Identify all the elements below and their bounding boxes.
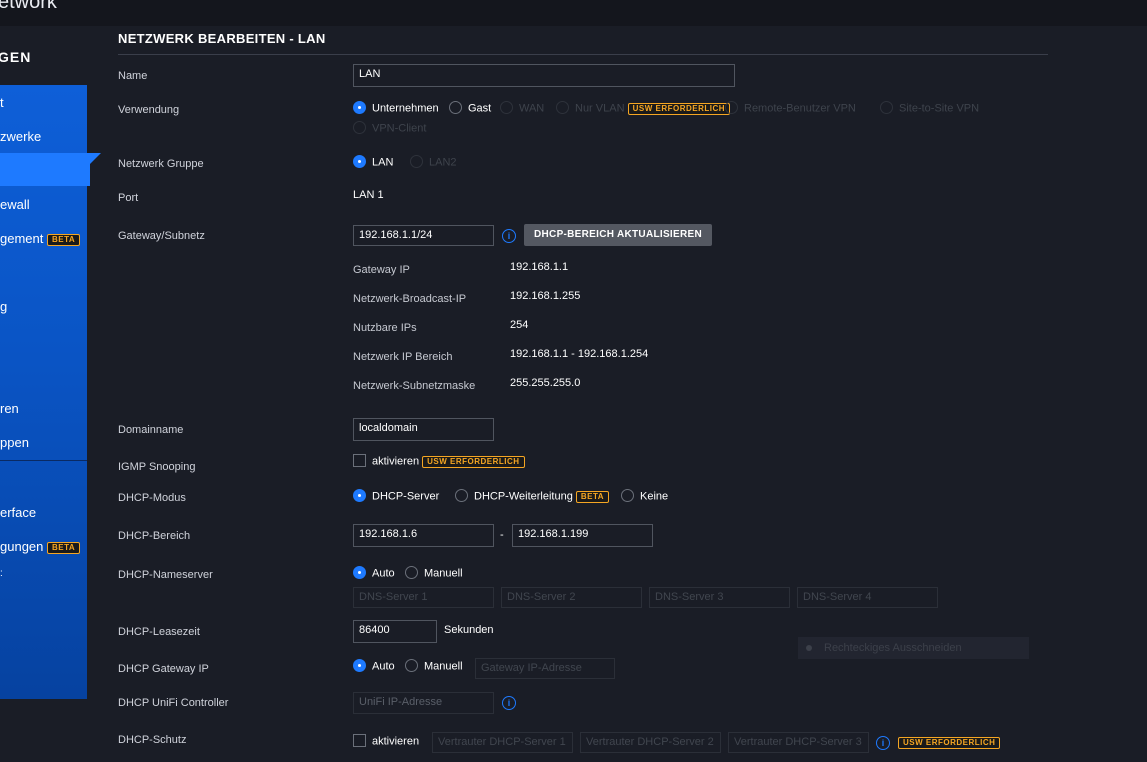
subnet-mask-value: 255.255.255.0: [510, 377, 581, 389]
active-indicator: [87, 153, 101, 167]
sidebar-item-label: gement: [0, 231, 44, 246]
dhcp-mode-label: DHCP-Modus: [118, 492, 186, 504]
sidebar-active-item[interactable]: [0, 153, 90, 186]
sidebar-item-routing[interactable]: g: [0, 299, 7, 314]
gateway-label: Gateway/Subnetz: [118, 230, 205, 242]
title-divider: [118, 54, 1048, 55]
dns-server-2-input[interactable]: DNS-Server 2: [501, 587, 642, 608]
sidebar-heading: GEN: [0, 49, 32, 65]
usw-required-badge: USW ERFORDERLICH: [422, 455, 525, 468]
group-label: Netzwerk Gruppe: [118, 158, 204, 170]
update-dhcp-range-button[interactable]: DHCP-BEREICH AKTUALISIEREN: [524, 224, 712, 246]
port-value: LAN 1: [353, 189, 384, 201]
radio-group-lan[interactable]: LAN: [353, 155, 393, 169]
radio-none[interactable]: Keine: [621, 489, 668, 503]
info-icon[interactable]: i: [502, 696, 516, 710]
gateway-subnet-input[interactable]: 192.168.1.1/24: [353, 225, 494, 246]
app-title: etwork: [0, 0, 57, 13]
subnet-mask-label: Netzwerk-Subnetzmaske: [353, 380, 476, 392]
name-input[interactable]: LAN: [353, 64, 735, 87]
usw-required-badge-wrap: USW ERFORDERLICH: [898, 734, 1001, 752]
gateway-ip-input[interactable]: Gateway IP-Adresse: [475, 658, 615, 679]
name-label: Name: [118, 70, 148, 82]
ip-range-value: 192.168.1.1 - 192.168.1.254: [510, 348, 649, 360]
page-title: NETZWERK BEARBEITEN - LAN: [118, 31, 326, 46]
radio-nameserver-manual[interactable]: Manuell: [405, 566, 463, 580]
nameserver-label: DHCP-Nameserver: [118, 569, 213, 581]
sidebar-item-netzwerke[interactable]: zwerke: [0, 129, 41, 144]
top-bar: etwork: [0, 0, 1147, 26]
port-label: Port: [118, 192, 139, 204]
dns-server-4-input[interactable]: DNS-Server 4: [797, 587, 938, 608]
dns-server-3-input[interactable]: DNS-Server 3: [649, 587, 790, 608]
gateway-ip-mode-label: DHCP Gateway IP: [118, 663, 209, 675]
usable-ips-value: 254: [510, 319, 529, 331]
domain-input[interactable]: localdomain: [353, 418, 494, 441]
lease-unit: Sekunden: [444, 624, 494, 636]
radio-remote-vpn[interactable]: Remote-Benutzer VPN: [725, 101, 856, 115]
igmp-label: IGMP Snooping: [118, 461, 196, 473]
sidebar-item-settings[interactable]: gungen BETA: [0, 539, 81, 554]
trusted-dhcp-2-input[interactable]: Vertrauter DHCP-Server 2: [580, 732, 721, 753]
sidebar-item-firewall[interactable]: ewall: [0, 197, 30, 212]
radio-gateway-manual[interactable]: Manuell: [405, 659, 463, 673]
sidebar-item-interface[interactable]: erface: [0, 505, 36, 520]
controller-ip-input[interactable]: UniFi IP-Adresse: [353, 692, 494, 714]
beta-badge: BETA: [47, 541, 81, 554]
usage-label: Verwendung: [118, 104, 180, 116]
ip-range-label: Netzwerk IP Bereich: [353, 351, 453, 363]
radio-gateway-auto[interactable]: Auto: [353, 659, 395, 673]
dhcp-range-start-input[interactable]: 192.168.1.6: [353, 524, 494, 547]
sidebar-item-groups[interactable]: ppen: [0, 435, 29, 450]
radio-vpn-client[interactable]: VPN-Client: [353, 121, 426, 135]
broadcast-ip-label: Netzwerk-Broadcast-IP: [353, 293, 467, 305]
igmp-checkbox[interactable]: aktivieren USW ERFORDERLICH: [353, 454, 525, 468]
broadcast-ip-value: 192.168.1.255: [510, 290, 581, 302]
usable-ips-label: Nutzbare IPs: [353, 322, 417, 334]
radio-unternehmen[interactable]: Unternehmen: [353, 101, 439, 115]
range-separator: -: [500, 529, 504, 541]
radio-dhcp-relay[interactable]: DHCP-Weiterleitung BETA: [455, 489, 610, 503]
rect-snip-tooltip: Rechteckiges Ausschneiden: [798, 637, 1029, 659]
domain-label: Domainname: [118, 424, 184, 436]
sidebar-item-management[interactable]: gement BETA: [0, 231, 81, 246]
lease-label: DHCP-Leasezeit: [118, 626, 200, 638]
gateway-ip-label: Gateway IP: [353, 264, 410, 276]
radio-site-to-site-vpn[interactable]: Site-to-Site VPN: [880, 101, 979, 115]
info-icon[interactable]: i: [876, 736, 890, 750]
scissors-icon: [806, 645, 812, 652]
trusted-dhcp-3-input[interactable]: Vertrauter DHCP-Server 3: [728, 732, 869, 753]
radio-group-lan2[interactable]: LAN2: [410, 155, 457, 169]
radio-gast[interactable]: Gast: [449, 101, 491, 115]
beta-badge: BETA: [47, 233, 81, 246]
dhcp-range-label: DHCP-Bereich: [118, 530, 191, 542]
gateway-ip-value: 192.168.1.1: [510, 261, 569, 273]
lease-input[interactable]: 86400: [353, 620, 437, 643]
dhcp-guard-checkbox[interactable]: aktivieren: [353, 734, 419, 748]
radio-dhcp-server[interactable]: DHCP-Server: [353, 489, 439, 503]
sidebar-divider: [0, 460, 87, 461]
usw-required-badge: USW ERFORDERLICH: [898, 736, 1001, 749]
dhcp-guard-label: DHCP-Schutz: [118, 734, 187, 746]
controller-label: DHCP UniFi Controller: [118, 697, 229, 709]
sidebar-item-label: gungen: [0, 539, 44, 554]
info-icon[interactable]: i: [502, 229, 516, 243]
radio-nur-vlan[interactable]: Nur VLAN USW ERFORDERLICH: [556, 101, 731, 115]
dns-server-1-input[interactable]: DNS-Server 1: [353, 587, 494, 608]
radio-wan[interactable]: WAN: [500, 101, 544, 115]
beta-badge: BETA: [575, 490, 610, 503]
radio-nameserver-auto[interactable]: Auto: [353, 566, 395, 580]
trusted-dhcp-1-input[interactable]: Vertrauter DHCP-Server 1: [432, 732, 573, 753]
sidebar-item-profile[interactable]: ren: [0, 401, 19, 416]
usw-required-badge: USW ERFORDERLICH: [627, 102, 731, 115]
sidebar-item-misc[interactable]: :: [0, 568, 3, 579]
sidebar-item-0[interactable]: t: [0, 95, 4, 110]
dhcp-range-end-input[interactable]: 192.168.1.199: [512, 524, 653, 547]
